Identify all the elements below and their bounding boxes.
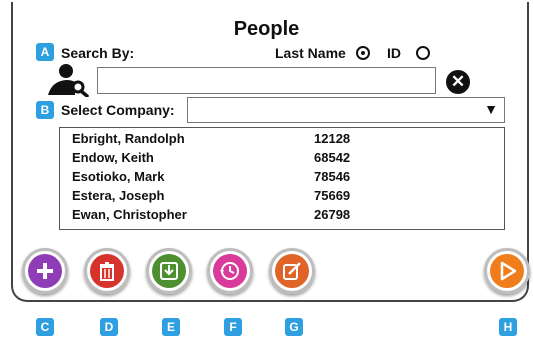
dropdown-arrow-icon: ▼	[484, 101, 498, 117]
add-button[interactable]	[22, 248, 68, 294]
last-name-radio[interactable]	[356, 46, 370, 60]
last-name-option-label: Last Name	[275, 45, 346, 61]
history-button[interactable]	[207, 248, 253, 294]
download-button-face	[152, 254, 186, 288]
history-button-face	[213, 254, 247, 288]
person-search-icon	[44, 63, 90, 98]
list-item[interactable]: Ewan, Christopher 26798	[60, 204, 504, 223]
clear-search-button[interactable]: ✕	[446, 70, 470, 94]
id-radio[interactable]	[416, 46, 430, 60]
trash-icon	[100, 262, 114, 281]
badge-b: B	[36, 101, 54, 119]
person-name: Esotioko, Mark	[72, 169, 165, 184]
search-by-label: Search By:	[61, 45, 135, 61]
people-list[interactable]: Ebright, Randolph 12128 Endow, Keith 68542…	[59, 127, 505, 230]
search-input[interactable]	[97, 67, 436, 94]
list-item[interactable]: Endow, Keith 68542	[60, 147, 504, 166]
history-icon	[220, 262, 239, 280]
badge-d: D	[100, 318, 118, 336]
plus-icon	[37, 263, 53, 279]
id-option-label: ID	[387, 45, 401, 61]
page-title: People	[233, 18, 300, 40]
next-button-face	[490, 254, 524, 288]
list-item[interactable]: Estera, Joseph 75669	[60, 185, 504, 204]
person-name: Estera, Joseph	[72, 188, 165, 203]
person-id: 78546	[314, 169, 351, 184]
play-icon	[500, 261, 517, 281]
download-icon	[160, 262, 178, 280]
edit-button[interactable]	[269, 248, 315, 294]
person-id: 12128	[314, 131, 351, 146]
delete-button[interactable]	[84, 248, 130, 294]
badge-h: H	[499, 318, 517, 336]
edit-button-face	[275, 254, 309, 288]
list-item[interactable]: Esotioko, Mark 78546	[60, 166, 504, 185]
delete-button-face	[90, 254, 124, 288]
person-id: 68542	[314, 150, 351, 165]
person-name: Endow, Keith	[72, 150, 154, 165]
badge-c: C	[36, 318, 54, 336]
select-company-label: Select Company:	[61, 102, 175, 118]
edit-icon	[283, 262, 301, 280]
add-button-face	[28, 254, 62, 288]
download-button[interactable]	[146, 248, 192, 294]
company-select[interactable]: ▼	[187, 97, 505, 123]
badge-g: G	[285, 318, 303, 336]
person-name: Ewan, Christopher	[72, 207, 187, 222]
list-item[interactable]: Ebright, Randolph 12128	[60, 128, 504, 147]
person-id: 26798	[314, 207, 351, 222]
person-id: 75669	[314, 188, 351, 203]
person-name: Ebright, Randolph	[72, 131, 185, 146]
next-button[interactable]	[484, 248, 530, 294]
badge-e: E	[162, 318, 180, 336]
badge-f: F	[224, 318, 242, 336]
badge-a: A	[36, 43, 54, 61]
close-icon: ✕	[450, 72, 466, 91]
